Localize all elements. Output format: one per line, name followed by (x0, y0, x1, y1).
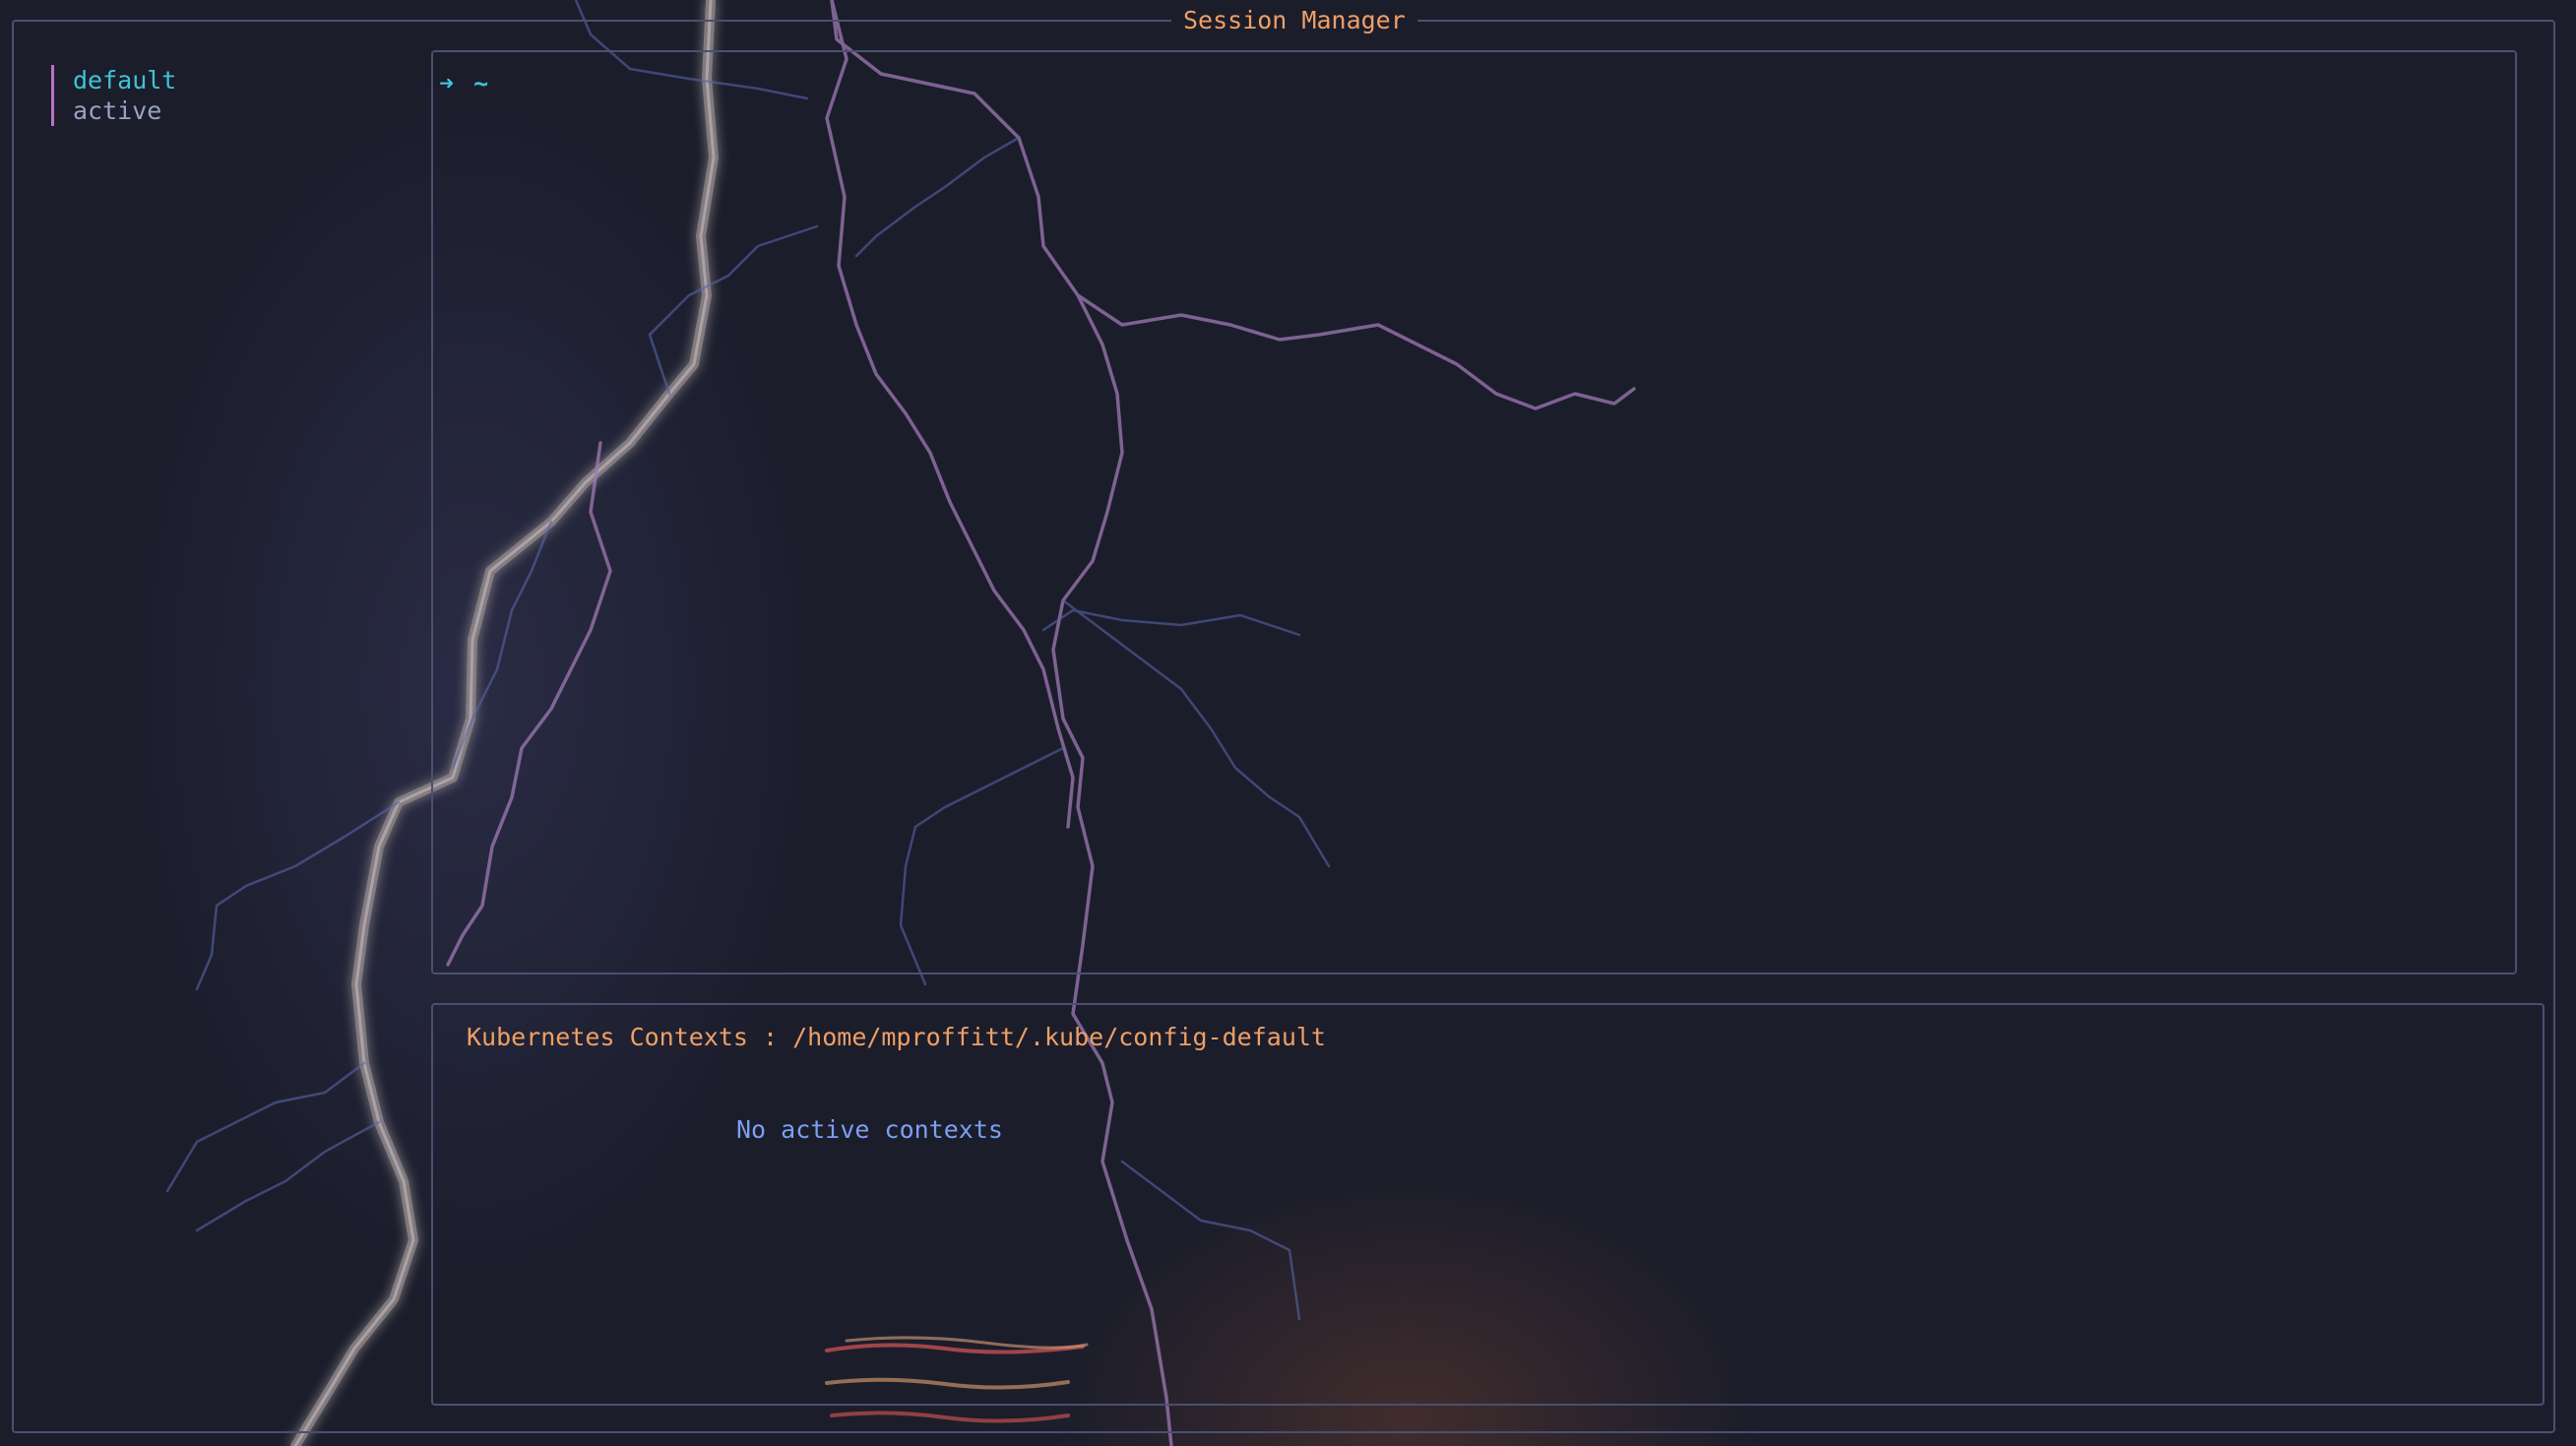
window-title: Session Manager (1171, 4, 1417, 37)
session-list: default active (51, 65, 176, 126)
desktop: Session Manager default active ➜ ~ Kubern… (0, 0, 2576, 1446)
empty-state-message: No active contexts (736, 1115, 1003, 1144)
prompt-cwd: ~ (473, 69, 489, 97)
terminal-pane[interactable]: ➜ ~ (431, 50, 2517, 974)
session-item-active[interactable]: active (73, 95, 176, 126)
kubernetes-contexts-title: Kubernetes Contexts : /home/mproffitt/.k… (467, 1023, 1326, 1051)
kubernetes-contexts-pane: Kubernetes Contexts : /home/mproffitt/.k… (431, 1003, 2545, 1406)
prompt-arrow-icon: ➜ (439, 69, 455, 97)
shell-prompt: ➜ ~ (439, 69, 488, 98)
session-item-default[interactable]: default (73, 65, 176, 95)
